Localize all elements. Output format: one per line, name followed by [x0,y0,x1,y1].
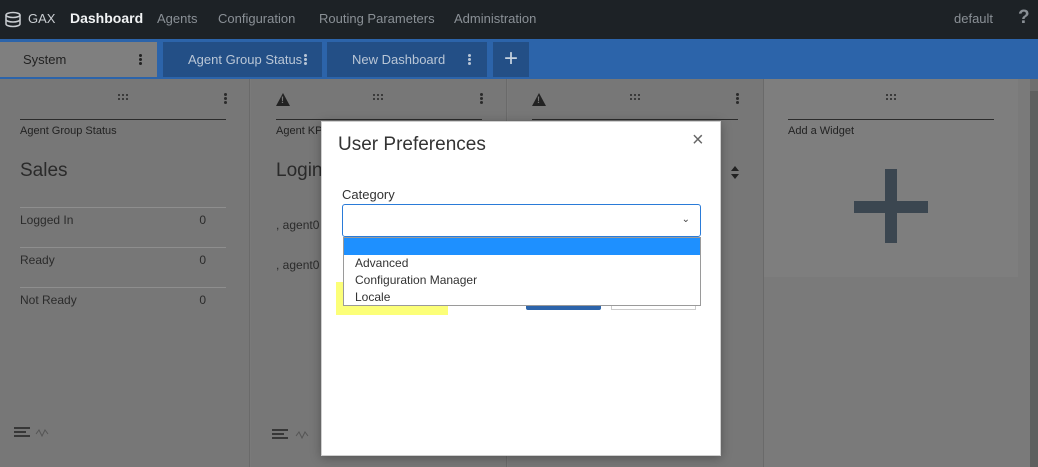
tab-label: New Dashboard [352,52,446,67]
widget-menu-icon[interactable] [224,93,227,105]
divider [532,119,738,120]
stat-row: Logged In 0 [20,209,206,229]
category-dropdown-list: Advanced Configuration Manager Locale [343,237,701,306]
nav-agents[interactable]: Agents [157,11,197,26]
tab-system[interactable]: System [0,42,157,77]
nav-configuration[interactable]: Configuration [218,11,295,26]
database-logo-icon [5,11,21,28]
stat-label: Logged In [20,213,74,227]
dropdown-option-empty[interactable] [344,238,700,255]
stat-row: Ready 0 [20,249,206,269]
dropdown-option-locale[interactable]: Locale [344,289,700,306]
nav-administration[interactable]: Administration [454,11,536,26]
group-name: Sales [20,160,68,181]
scrollbar-thumb[interactable] [1030,91,1038,467]
drag-handle-icon[interactable] [630,94,642,100]
app-name: GAX [28,11,56,26]
chevron-down-icon: ⌄ [681,214,690,225]
agent-label: , agent0 [276,258,320,272]
drag-handle-icon[interactable] [886,94,898,100]
nav-routing-parameters[interactable]: Routing Parameters [319,11,435,26]
tab-menu-icon[interactable] [139,54,142,66]
warning-icon [276,93,290,106]
sort-icon[interactable] [731,166,739,179]
divider [20,247,226,248]
agent-label: , agent0 [276,218,320,232]
stat-label: Ready [20,253,55,267]
tab-menu-icon[interactable] [304,54,307,66]
list-view-icon[interactable] [12,426,52,441]
category-select[interactable]: ⌄ [342,204,701,237]
divider [276,119,482,120]
drag-handle-icon[interactable] [373,94,385,100]
stat-row: Not Ready 0 [20,289,206,309]
dashboard-tab-bar: System Agent Group Status New Dashboard … [0,39,1038,79]
tab-new-dashboard[interactable]: New Dashboard [327,42,487,77]
page-scrollbar[interactable] [1030,79,1038,467]
user-menu[interactable]: default [954,11,993,26]
top-nav: GAX Dashboard Agents Configuration Routi… [0,0,1038,39]
list-view-icon[interactable] [270,428,314,443]
dropdown-option-configuration-manager[interactable]: Configuration Manager [344,272,700,289]
stat-label: Not Ready [20,293,77,307]
divider [20,207,226,208]
tab-label: System [23,52,67,67]
help-icon[interactable]: ? [1018,7,1030,29]
widget-title: Agent Group Status [20,125,117,137]
widget-title: Add a Widget [788,125,855,137]
kpi-name: Login [276,160,323,181]
drag-handle-icon[interactable] [118,94,130,100]
add-tab-button[interactable]: + [493,42,529,77]
warning-icon [532,93,546,106]
tab-menu-icon[interactable] [468,54,471,66]
stat-value: 0 [199,293,206,307]
dialog-title: User Preferences [338,134,486,155]
nav-dashboard[interactable]: Dashboard [70,10,143,26]
close-icon[interactable]: × [692,130,704,150]
add-widget-card[interactable]: Add a Widget [764,79,1018,277]
widget-title: Agent KP [276,125,323,137]
category-label: Category [342,187,395,202]
tab-agent-group-status[interactable]: Agent Group Status [163,42,322,77]
add-widget-plus-icon[interactable] [885,169,897,243]
widget-agent-group-status: Agent Group Status Sales Logged In 0 Rea… [0,79,250,467]
widget-menu-icon[interactable] [480,93,483,105]
user-preferences-dialog: User Preferences × Category ⌄ Advanced C… [321,121,721,456]
stat-value: 0 [199,213,206,227]
stat-value: 0 [199,253,206,267]
tab-label: Agent Group Status [188,52,303,67]
widget-menu-icon[interactable] [736,93,739,105]
divider [20,287,226,288]
divider [20,119,226,120]
divider [788,119,994,120]
dropdown-option-advanced[interactable]: Advanced [344,255,700,272]
